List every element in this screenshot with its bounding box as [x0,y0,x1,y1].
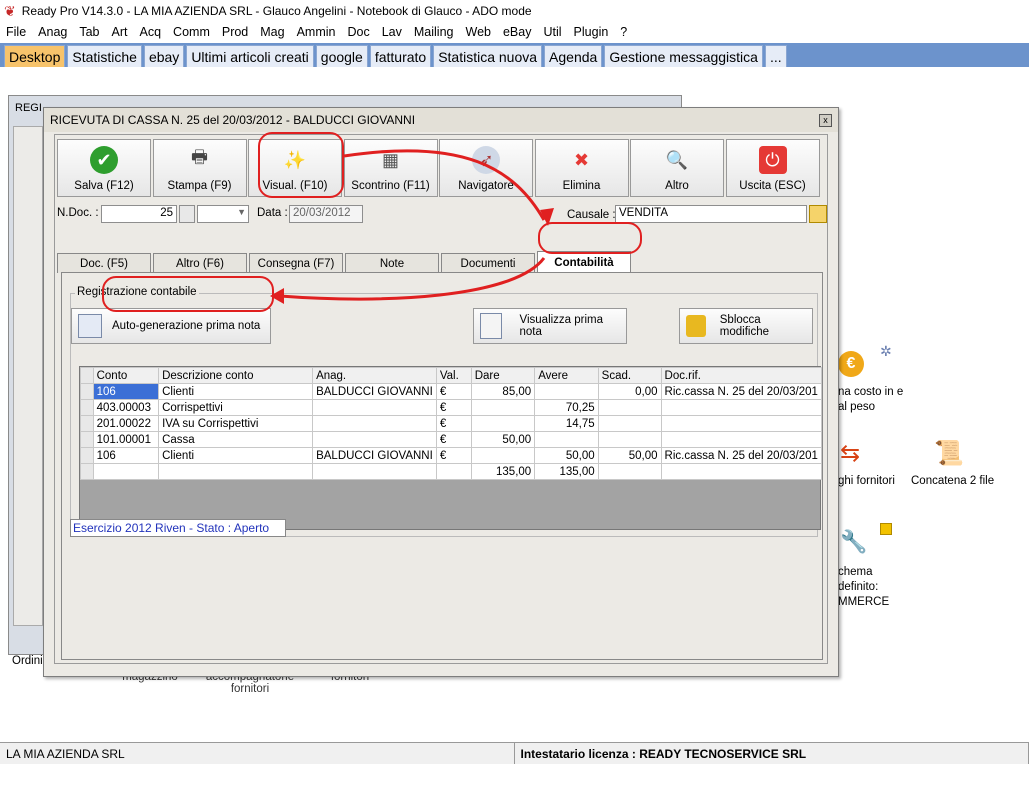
status-license: Intestatario licenza : READY TECNOSERVIC… [514,743,1029,764]
tab-9[interactable]: ... [764,45,787,67]
menu-file-0[interactable]: File [0,25,32,39]
background-panel [13,126,43,626]
menu-ammin-8[interactable]: Ammin [291,25,342,39]
menu-plugin-15[interactable]: Plugin [568,25,615,39]
ricevuta-dialog: RICEVUTA DI CASSA N. 25 del 20/03/2012 -… [43,107,839,677]
app-logo-icon: ❦ [4,2,16,19]
menu-bar: File Anag Tab Art Acq Comm Prod Mag Ammin Doc Lav M… [0,22,1029,42]
menu--16[interactable]: ? [614,25,633,39]
tab-5[interactable]: fatturato [369,45,432,67]
menu-anag-1[interactable]: Anag [32,25,73,39]
annotation-arrows [270,149,554,304]
menu-util-14[interactable]: Util [537,25,567,39]
box-icon[interactable] [880,523,892,535]
scroll-icon[interactable]: 📜 [934,439,964,468]
menu-ebay-13[interactable]: eBay [497,25,538,39]
status-bar: LA MIA AZIENDA SRL Intestatario licenza … [0,742,1029,764]
menu-lav-10[interactable]: Lav [376,25,408,39]
desktop-icon-fornitori-label[interactable]: ghi fornitori [838,475,895,487]
wrench-icon[interactable]: 🔧 [840,529,867,555]
tab-7[interactable]: Agenda [544,45,603,67]
menu-tab-2[interactable]: Tab [73,25,105,39]
desktop-icon-concatena-label[interactable]: Concatena 2 file [911,475,994,487]
status-company: LA MIA AZIENDA SRL [0,743,515,764]
arrows-icon[interactable]: ⇆ [840,439,860,468]
window-title: Ready Pro V14.3.0 - LA MIA AZIENDA SRL -… [21,4,532,18]
tab-2[interactable]: ebay [143,45,185,67]
gear-icon[interactable]: ✲ [880,343,892,360]
desktop-icon-schema-label[interactable]: chema definito: MMERCE [838,565,908,610]
menu-acq-4[interactable]: Acq [134,25,168,39]
menu-mailing-11[interactable]: Mailing [408,25,460,39]
tab-4[interactable]: google [315,45,368,67]
tab-1[interactable]: Statistiche [67,45,142,67]
tab-3[interactable]: Ultimi articoli creati [186,45,314,67]
menu-comm-5[interactable]: Comm [167,25,216,39]
menu-prod-6[interactable]: Prod [216,25,254,39]
menu-doc-9[interactable]: Doc [342,25,376,39]
ordini-label: Ordini [12,655,43,667]
tab-8[interactable]: Gestione messaggistica [604,45,763,67]
euro-icon[interactable]: € [838,351,864,377]
menu-web-12[interactable]: Web [460,25,497,39]
background-window-title: REGI [15,102,42,114]
menu-art-3[interactable]: Art [106,25,134,39]
desktop-icon-costo-label[interactable]: na costo in e al peso [838,385,908,415]
tab-0[interactable]: Desktop [4,45,66,67]
workspace-tabs: Desktop Statistiche ebay Ultimi articoli cr… [0,43,1029,67]
window-titlebar: ❦ Ready Pro V14.3.0 - LA MIA AZIENDA SRL… [0,0,1029,22]
tab-6[interactable]: Statistica nuova [433,45,543,67]
menu-mag-7[interactable]: Mag [254,25,290,39]
